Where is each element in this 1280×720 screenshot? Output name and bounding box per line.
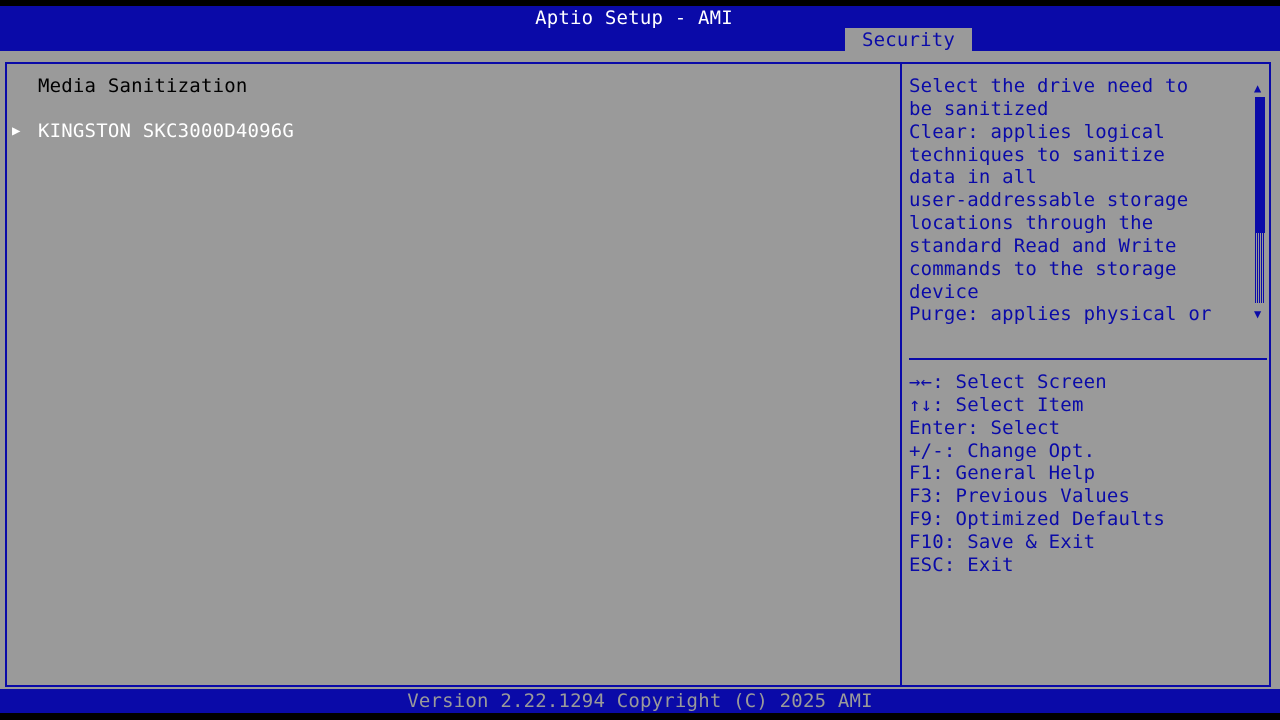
key-hint-general-help: F1: General Help [909, 462, 1096, 485]
tab-security[interactable]: Security [845, 28, 972, 51]
help-line: commands to the storage [909, 257, 1177, 280]
scroll-down-icon[interactable]: ▼ [1254, 307, 1261, 321]
scroll-up-icon[interactable]: ▲ [1254, 81, 1261, 95]
help-line: Select the drive need to [909, 75, 1189, 97]
help-line: be sanitized [909, 97, 1049, 120]
help-line: standard Read and Write [909, 234, 1177, 257]
drive-item-kingston[interactable]: ▶ KINGSTON SKC3000D4096G [0, 119, 890, 143]
help-line: locations through the [909, 212, 1154, 235]
help-line: data in all [909, 166, 1038, 189]
key-legend: →←: Select Screen ↑↓: Select Item Enter:… [909, 371, 1165, 577]
version-text: Version 2.22.1294 Copyright (C) 2025 AMI [407, 690, 873, 712]
header-bar: Aptio Setup - AMI Security [0, 6, 1280, 51]
drive-item-label: KINGSTON SKC3000D4096G [38, 120, 295, 142]
help-line: Clear: applies logical [909, 120, 1166, 143]
help-line: user-addressable storage [909, 189, 1189, 212]
key-hint-enter: Enter: Select [909, 416, 1061, 439]
key-hint-select-screen: →←: Select Screen [909, 371, 1107, 393]
help-line: device [909, 280, 979, 303]
key-hint-save-exit: F10: Save & Exit [909, 530, 1096, 553]
main-panel: Media Sanitization ▶ KINGSTON SKC3000D40… [0, 51, 1280, 689]
key-hint-select-item: ↑↓: Select Item [909, 393, 1084, 416]
help-divider [909, 358, 1267, 360]
panel-divider [900, 62, 902, 687]
help-line: techniques to sanitize [909, 143, 1166, 166]
help-line: Purge: applies physical or [909, 303, 1212, 326]
help-scrollbar-thumb[interactable] [1255, 97, 1265, 233]
help-text: Select the drive need to be sanitized Cl… [909, 75, 1249, 326]
app-title: Aptio Setup - AMI [535, 7, 733, 29]
key-hint-change-opt: +/-: Change Opt. [909, 439, 1096, 462]
key-hint-previous-values: F3: Previous Values [909, 485, 1131, 508]
key-hint-exit: ESC: Exit [909, 553, 1014, 576]
footer-bar: Version 2.22.1294 Copyright (C) 2025 AMI [0, 689, 1280, 713]
submenu-pointer-icon: ▶ [12, 123, 21, 139]
section-title: Media Sanitization [38, 75, 248, 97]
bottom-border [0, 713, 1280, 720]
key-hint-optimized-defaults: F9: Optimized Defaults [909, 508, 1166, 531]
